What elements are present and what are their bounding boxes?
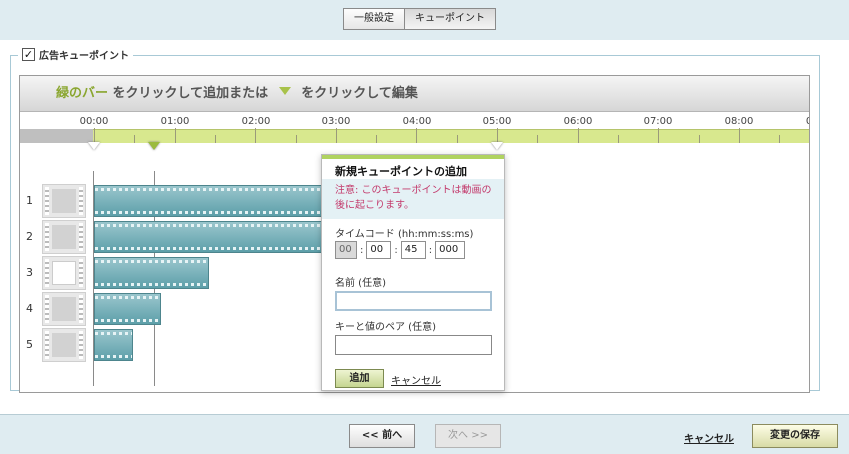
timecode-separator: : xyxy=(394,244,398,256)
timecode-hours-input: 00 xyxy=(335,241,357,259)
ad-cue-points-title: 広告キューポイント xyxy=(39,51,129,62)
key-value-label: キーと値のペア (任意) xyxy=(335,322,436,333)
row-number: 5 xyxy=(26,338,33,351)
ad-cue-points-checkbox[interactable]: ✓ xyxy=(22,48,35,61)
instruction-text-1: をクリックして追加または xyxy=(112,86,269,101)
ruler-label: 03:00 xyxy=(321,116,351,127)
row-number: 3 xyxy=(26,266,33,279)
row-number: 4 xyxy=(26,302,33,315)
ruler-label: 06:00 xyxy=(563,116,593,127)
video-thumbnail xyxy=(42,220,86,254)
cue-point-add-bar[interactable] xyxy=(20,129,809,143)
timecode-minutes-input[interactable]: 00 xyxy=(366,241,392,259)
ruler-tick xyxy=(739,128,740,143)
cue-marker-icon xyxy=(278,87,291,95)
ruler-label: 0 xyxy=(806,116,809,127)
ruler-offset xyxy=(20,129,93,143)
key-value-input[interactable] xyxy=(335,335,492,355)
ruler-labels: 00:00 01:00 02:00 03:00 04:00 05:00 06:0… xyxy=(20,113,809,129)
video-thumbnail xyxy=(42,328,86,362)
popup-warning: 注意: このキューポイントは動画の後に起こります。 xyxy=(322,179,504,219)
timecode-separator: : xyxy=(360,244,364,256)
cue-point-marker-selected[interactable] xyxy=(148,142,160,150)
popup-title: 新規キューポイントの追加 xyxy=(322,159,504,179)
name-label: 名前 (任意) xyxy=(335,278,386,289)
ruler-tick xyxy=(658,128,659,143)
name-input[interactable] xyxy=(335,291,492,311)
ruler-tick xyxy=(376,135,377,143)
ruler-label: 07:00 xyxy=(643,116,673,127)
settings-tabs: 一般設定 キューポイント xyxy=(343,8,496,30)
timeline-instruction: 緑のバー をクリックして追加または をクリックして編集 xyxy=(20,76,809,112)
timecode-seconds-input[interactable]: 45 xyxy=(400,241,426,259)
timecode-ms-input[interactable]: 000 xyxy=(435,241,466,259)
ruler-label: 04:00 xyxy=(402,116,432,127)
ruler-label: 01:00 xyxy=(160,116,190,127)
ruler-tick xyxy=(255,128,256,143)
ruler-tick xyxy=(618,135,619,143)
timeline-ruler: 00:00 01:00 02:00 03:00 04:00 05:00 06:0… xyxy=(20,113,809,150)
ruler-tick xyxy=(537,135,538,143)
save-changes-button[interactable]: 変更の保存 xyxy=(752,424,838,448)
video-thumbnail xyxy=(42,184,86,218)
ruler-tick xyxy=(416,128,417,143)
ruler-tick xyxy=(457,135,458,143)
ruler-tick xyxy=(779,135,780,143)
instruction-text-2: をクリックして編集 xyxy=(301,86,418,101)
ruler-label: 08:00 xyxy=(724,116,754,127)
ruler-label: 05:00 xyxy=(482,116,512,127)
ad-cue-points-legend: ✓ 広告キューポイント xyxy=(18,47,133,62)
ruler-tick xyxy=(175,128,176,143)
timecode-fields: 00 : 00 : 45 : 000 xyxy=(335,241,466,259)
ruler-tick xyxy=(699,135,700,143)
timecode-label: タイムコード (hh:mm:ss:ms) xyxy=(335,229,474,240)
cue-point-marker[interactable] xyxy=(491,142,503,150)
cancel-link[interactable]: キャンセル xyxy=(684,430,734,445)
footer-bar: << 前へ 次へ >> キャンセル 変更の保存 xyxy=(0,414,849,454)
ruler-tick xyxy=(134,135,135,143)
tab-cue-points[interactable]: キューポイント xyxy=(405,8,496,30)
tab-general-settings[interactable]: 一般設定 xyxy=(343,8,405,30)
row-number: 2 xyxy=(26,230,33,243)
ruler-label: 02:00 xyxy=(241,116,271,127)
media-clip[interactable] xyxy=(94,293,161,325)
cue-point-marker[interactable] xyxy=(88,142,100,150)
add-cue-point-popup: 新規キューポイントの追加 注意: このキューポイントは動画の後に起こります。 タ… xyxy=(321,154,505,391)
row-number: 1 xyxy=(26,194,33,207)
media-clip[interactable] xyxy=(94,329,133,361)
ruler-tick xyxy=(296,135,297,143)
add-button[interactable]: 追加 xyxy=(335,369,384,388)
ruler-tick xyxy=(336,128,337,143)
ruler-tick xyxy=(94,128,95,143)
ruler-label: 00:00 xyxy=(79,116,109,127)
popup-cancel-link[interactable]: キャンセル xyxy=(391,372,441,387)
timecode-separator: : xyxy=(428,244,433,256)
ruler-tick xyxy=(215,135,216,143)
next-button: 次へ >> xyxy=(435,424,501,448)
document-thumbnail xyxy=(42,256,86,290)
media-clip[interactable] xyxy=(94,257,209,289)
ruler-tick xyxy=(578,128,579,143)
prev-button[interactable]: << 前へ xyxy=(349,424,415,448)
ruler-tick xyxy=(497,128,498,143)
green-bar-text: 緑のバー xyxy=(56,86,109,101)
video-thumbnail xyxy=(42,292,86,326)
